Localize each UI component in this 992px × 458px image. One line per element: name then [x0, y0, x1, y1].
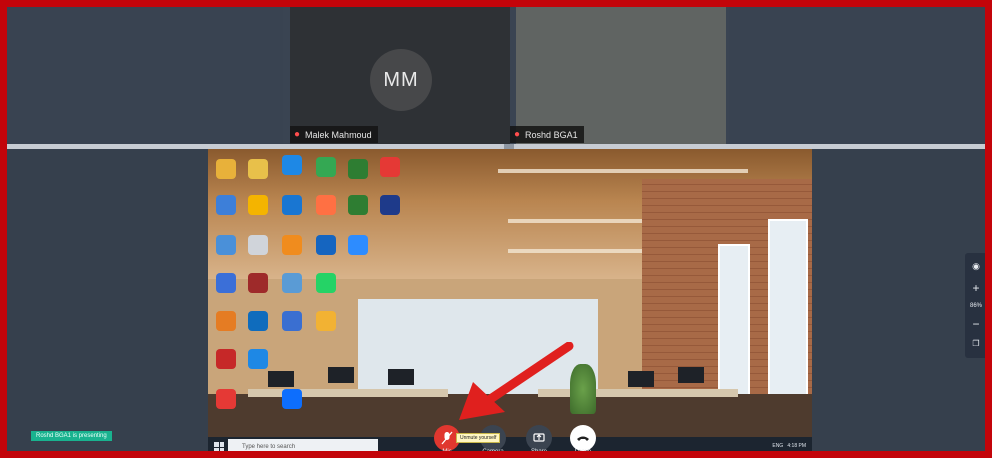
- desktop-icon[interactable]: [282, 273, 302, 293]
- mic-icon: [441, 431, 453, 445]
- red-arrow-icon: [459, 342, 574, 420]
- desktop-icon[interactable]: [216, 273, 236, 293]
- desktop-icon[interactable]: [216, 235, 236, 255]
- share-button[interactable]: [526, 425, 552, 451]
- desktop-icon[interactable]: [316, 195, 336, 215]
- participant-name-tag: ● Roshd BGA1: [510, 126, 584, 143]
- mic-muted-icon: ●: [294, 129, 301, 140]
- avatar: MM: [370, 49, 432, 111]
- zoom-side-panel: ◉ + 86% − ❐: [965, 253, 985, 358]
- desktop-icon[interactable]: [216, 195, 236, 215]
- desktop-icon[interactable]: [316, 235, 336, 255]
- participant-strip: MM ● Malek Mahmoud ● Roshd BGA1: [7, 7, 985, 144]
- office-window: [768, 219, 808, 403]
- screenshot-icon[interactable]: ◉: [965, 261, 985, 272]
- office-monitor: [268, 371, 294, 387]
- desktop-icon[interactable]: [216, 389, 236, 409]
- desktop-icon[interactable]: [282, 155, 302, 175]
- avatar-initials: MM: [383, 68, 419, 91]
- desktop-icon[interactable]: [348, 195, 368, 215]
- office-desk: [248, 389, 448, 397]
- desktop-icon[interactable]: [216, 311, 236, 331]
- camera-label: Camera: [482, 449, 504, 455]
- zoom-level: 86%: [969, 303, 982, 309]
- phone-hangup-icon: [577, 436, 589, 441]
- desktop-icon[interactable]: [248, 235, 268, 255]
- leave-label: Leave: [574, 449, 592, 455]
- zoom-out-icon[interactable]: −: [965, 317, 985, 331]
- windows-taskbar: Type here to search ENG 4:18 PM: [208, 437, 812, 451]
- mic-muted-icon: ●: [514, 129, 521, 140]
- office-monitor: [388, 369, 414, 385]
- share-screen-icon: [533, 433, 545, 442]
- desktop-icon[interactable]: [316, 157, 336, 177]
- windows-start-icon[interactable]: [214, 442, 224, 451]
- mic-label: Mic: [442, 449, 452, 455]
- participant-name: Malek Mahmoud: [305, 129, 372, 140]
- share-label: Share: [530, 449, 547, 455]
- presenting-badge: Roshd BGA1 is presenting: [31, 431, 112, 441]
- tray-language: ENG: [772, 443, 784, 449]
- desktop-icon[interactable]: [282, 311, 302, 331]
- desktop-icon[interactable]: [216, 349, 236, 369]
- office-window: [718, 244, 750, 398]
- empty-tile-right: [729, 7, 985, 144]
- participant-name: Roshd BGA1: [525, 129, 578, 140]
- desktop-icon[interactable]: [348, 235, 368, 255]
- ceiling-light: [498, 169, 748, 173]
- tray-clock: 4:18 PM: [787, 443, 806, 449]
- desktop-icon[interactable]: [248, 159, 268, 179]
- desktop-icon[interactable]: [282, 235, 302, 255]
- leave-button[interactable]: [570, 425, 596, 451]
- desktop-icon[interactable]: [248, 273, 268, 293]
- empty-tile-left: [7, 7, 283, 144]
- desktop-icon[interactable]: [248, 195, 268, 215]
- participant-tile-roshd[interactable]: [516, 7, 726, 144]
- taskbar-search-input[interactable]: Type here to search: [228, 439, 378, 451]
- participant-name-tag: ● Malek Mahmoud: [290, 126, 378, 143]
- system-tray: ENG 4:18 PM: [772, 443, 806, 449]
- desktop-icon[interactable]: [380, 157, 400, 177]
- desktop-icon[interactable]: [216, 159, 236, 179]
- app-frame: MM ● Malek Mahmoud ● Roshd BGA1 Type her…: [0, 0, 992, 458]
- unmute-tooltip: Unmute yourself: [456, 433, 501, 443]
- office-monitor: [628, 371, 654, 387]
- desktop-icon[interactable]: [248, 311, 268, 331]
- desktop-icon[interactable]: [316, 273, 336, 293]
- fit-window-icon[interactable]: ❐: [965, 339, 985, 348]
- desktop-icon[interactable]: [348, 159, 368, 179]
- office-monitor: [678, 367, 704, 383]
- desktop-icon[interactable]: [316, 311, 336, 331]
- zoom-in-icon[interactable]: +: [965, 281, 985, 295]
- office-monitor: [328, 367, 354, 383]
- desktop-icon[interactable]: [282, 389, 302, 409]
- desktop-icon[interactable]: [380, 195, 400, 215]
- desktop-icon[interactable]: [248, 349, 268, 369]
- desktop-icon[interactable]: [282, 195, 302, 215]
